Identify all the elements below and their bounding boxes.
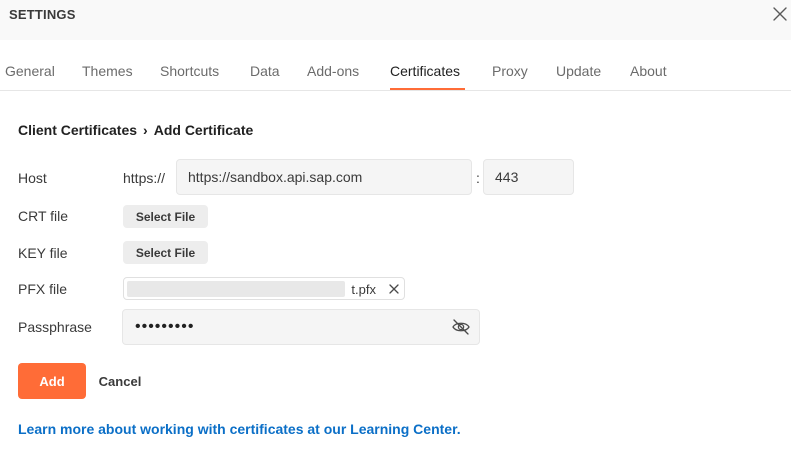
passphrase-value: ••••••••• bbox=[135, 318, 195, 335]
passphrase-input[interactable]: ••••••••• bbox=[122, 309, 480, 345]
crt-file-label: CRT file bbox=[18, 208, 69, 224]
tab-data[interactable]: Data bbox=[250, 63, 280, 79]
port-input[interactable] bbox=[483, 159, 574, 195]
host-label: Host bbox=[18, 170, 47, 186]
key-select-file-button[interactable]: Select File bbox=[123, 241, 208, 264]
tab-certificates[interactable]: Certificates bbox=[390, 63, 460, 79]
tab-themes[interactable]: Themes bbox=[82, 63, 133, 79]
active-tab-indicator bbox=[390, 88, 465, 90]
settings-tabs: General Themes Shortcuts Data Add-ons Ce… bbox=[0, 40, 791, 91]
tab-add-ons[interactable]: Add-ons bbox=[307, 63, 359, 79]
pfx-file-name: t.pfx bbox=[351, 282, 376, 297]
crt-select-file-button[interactable]: Select File bbox=[123, 205, 208, 228]
pfx-file-label: PFX file bbox=[18, 281, 68, 297]
breadcrumb-parent[interactable]: Client Certificates bbox=[18, 122, 137, 138]
window-title: SETTINGS bbox=[9, 7, 76, 22]
add-button[interactable]: Add bbox=[18, 363, 86, 399]
tab-about[interactable]: About bbox=[630, 63, 667, 79]
breadcrumb-current: Add Certificate bbox=[153, 122, 254, 138]
tab-update[interactable]: Update bbox=[556, 63, 601, 79]
breadcrumb: Client Certificates › Add Certificate bbox=[18, 122, 253, 138]
settings-header: SETTINGS bbox=[0, 0, 791, 40]
breadcrumb-separator: › bbox=[143, 122, 148, 138]
passphrase-label: Passphrase bbox=[18, 319, 92, 335]
port-separator: : bbox=[476, 170, 480, 186]
host-input[interactable] bbox=[176, 159, 472, 195]
close-icon[interactable] bbox=[770, 4, 790, 24]
file-path-redaction bbox=[127, 281, 345, 297]
key-file-label: KEY file bbox=[18, 245, 68, 261]
tab-shortcuts[interactable]: Shortcuts bbox=[160, 63, 219, 79]
tab-proxy[interactable]: Proxy bbox=[492, 63, 528, 79]
close-icon[interactable] bbox=[386, 281, 402, 297]
pfx-file-chip: t.pfx bbox=[123, 277, 405, 300]
tab-general[interactable]: General bbox=[5, 63, 55, 79]
cancel-button[interactable]: Cancel bbox=[92, 363, 148, 399]
eye-slash-icon[interactable] bbox=[451, 318, 471, 336]
host-protocol-prefix: https:// bbox=[123, 170, 166, 186]
learning-center-link[interactable]: Learn more about working with certificat… bbox=[18, 421, 461, 437]
